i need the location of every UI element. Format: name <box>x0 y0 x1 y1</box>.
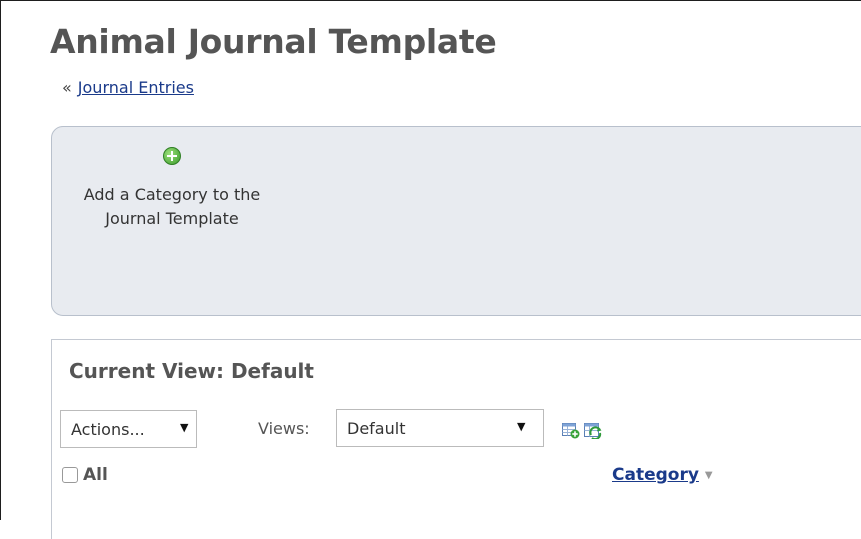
journal-entries-link[interactable]: Journal Entries <box>78 78 194 97</box>
refresh-grid-icon[interactable] <box>584 423 602 439</box>
breadcrumb-arrow: « <box>62 78 72 97</box>
actions-dropdown-value: Actions... <box>71 420 145 439</box>
action-panel: Add a Category to the Journal Template <box>51 126 861 316</box>
select-all-label: All <box>83 464 108 485</box>
select-all-row: All <box>62 464 108 485</box>
chevron-down-icon: ▼ <box>180 421 189 434</box>
current-view-title: Current View: Default <box>69 359 314 383</box>
category-sort-link[interactable]: Category <box>612 465 699 485</box>
views-label: Views: <box>258 419 310 438</box>
breadcrumb: « Journal Entries <box>62 78 194 97</box>
views-dropdown[interactable]: Default ▼ <box>336 409 544 447</box>
sort-descending-icon[interactable]: ▼ <box>705 470 713 481</box>
add-category-button[interactable]: Add a Category to the Journal Template <box>82 147 262 231</box>
plus-circle-icon[interactable] <box>163 147 181 165</box>
add-grid-icon[interactable] <box>562 423 580 439</box>
page-title: Animal Journal Template <box>50 22 497 61</box>
category-column-header: Category ▼ <box>612 465 713 485</box>
views-dropdown-value: Default <box>347 419 406 438</box>
add-category-label[interactable]: Add a Category to the Journal Template <box>82 183 262 231</box>
current-view-panel: Current View: Default Actions... ▼ Views… <box>51 339 861 539</box>
chevron-down-icon: ▼ <box>517 420 526 433</box>
actions-dropdown[interactable]: Actions... ▼ <box>60 410 197 448</box>
select-all-checkbox[interactable] <box>62 466 78 483</box>
